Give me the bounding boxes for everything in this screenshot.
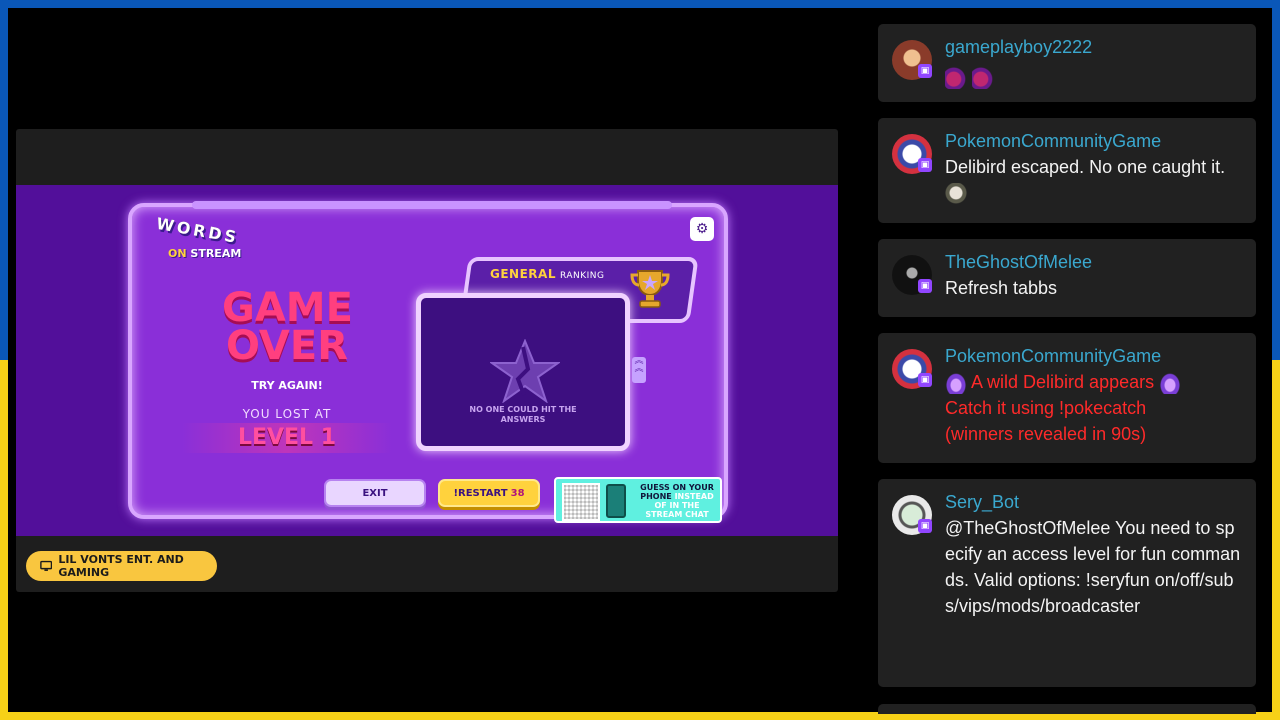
twitch-icon: ▣: [918, 64, 932, 78]
chat-username[interactable]: Sery_Bot: [945, 492, 1019, 513]
chat-text: @TheGhostOfMelee You need to specify an …: [945, 518, 1241, 616]
qr-promo-text: GUESS ON YOUR PHONE INSTEAD OF IN THE ST…: [640, 483, 714, 519]
twitch-icon: ▣: [918, 279, 932, 293]
no-answers-text: NO ONE COULD HIT THE ANSWERS: [469, 405, 577, 424]
broken-star-icon: [490, 339, 560, 403]
video-frame[interactable]: WORDS ON STREAM ⚙ GAME OVER TRY AGAIN! Y…: [16, 185, 838, 536]
chat-message: ▣ PokemonCommunityGame Delibird escaped.…: [878, 118, 1256, 223]
phone-icon: [606, 484, 626, 518]
twitch-icon: ▣: [918, 158, 932, 172]
bomb-emote-icon: [972, 67, 995, 90]
restart-button[interactable]: !RESTART 38: [438, 479, 540, 507]
lost-at-label: YOU LOST AT: [242, 407, 332, 421]
chat-message: ▣ PokemonCommunityGame A wild Delibird a…: [878, 333, 1256, 463]
logo-subtext: ON STREAM: [168, 247, 242, 260]
chat-username[interactable]: gameplayboy2222: [945, 37, 1092, 58]
panel-top-bar: [192, 201, 672, 209]
chat-username[interactable]: PokemonCommunityGame: [945, 131, 1161, 152]
monitor-icon: [40, 560, 53, 571]
chat-message-partial: [878, 704, 1256, 714]
chat-text: Delibird escaped. No one caught it.: [945, 154, 1243, 206]
ranking-title: GENERAL RANKING: [490, 267, 605, 281]
chat-text: [945, 64, 1243, 90]
exit-button[interactable]: EXIT: [324, 479, 426, 507]
game-over-panel: WORDS ON STREAM ⚙ GAME OVER TRY AGAIN! Y…: [128, 201, 728, 523]
settings-gear-button[interactable]: ⚙: [690, 217, 714, 241]
chat-message: ▣ gameplayboy2222: [878, 24, 1256, 102]
qr-code-icon[interactable]: [562, 483, 600, 521]
trophy-icon: [630, 270, 670, 308]
gear-icon: ⚙: [695, 221, 709, 237]
words-on-stream-logo: WORDS ON STREAM: [150, 214, 250, 269]
flame-emote-icon: [1159, 372, 1182, 395]
twitch-icon: ▣: [918, 519, 932, 533]
skull-emote-icon: [945, 183, 967, 206]
flame-emote-icon: [945, 372, 967, 395]
twitch-icon: ▣: [918, 373, 932, 387]
video-card: WORDS ON STREAM ⚙ GAME OVER TRY AGAIN! Y…: [16, 129, 838, 592]
chat-username[interactable]: TheGhostOfMelee: [945, 252, 1092, 273]
chevron-up-icon[interactable]: ︽ ︽: [632, 357, 646, 383]
chat-username[interactable]: PokemonCommunityGame: [945, 346, 1161, 367]
game-over-title: GAME OVER: [222, 285, 353, 369]
logo-text: WORDS: [154, 213, 241, 248]
channel-name-pill[interactable]: LIL VONTS ENT. AND GAMING: [26, 551, 217, 581]
channel-name: LIL VONTS ENT. AND GAMING: [58, 553, 184, 579]
chat-message: ▣ TheGhostOfMelee Refresh tabbs: [878, 239, 1256, 317]
level-value: LEVEL 1: [237, 425, 337, 450]
chat-text: A wild Delibird appears Catch it using !…: [945, 369, 1243, 447]
chat-message: ▣ Sery_Bot @TheGhostOfMelee You need to …: [878, 479, 1256, 687]
chat-text: Refresh tabbs: [945, 278, 1058, 298]
qr-promo: GUESS ON YOUR PHONE INSTEAD OF IN THE ST…: [554, 477, 722, 523]
try-again-text: TRY AGAIN!: [251, 379, 323, 392]
bomb-emote-icon: [945, 67, 967, 90]
